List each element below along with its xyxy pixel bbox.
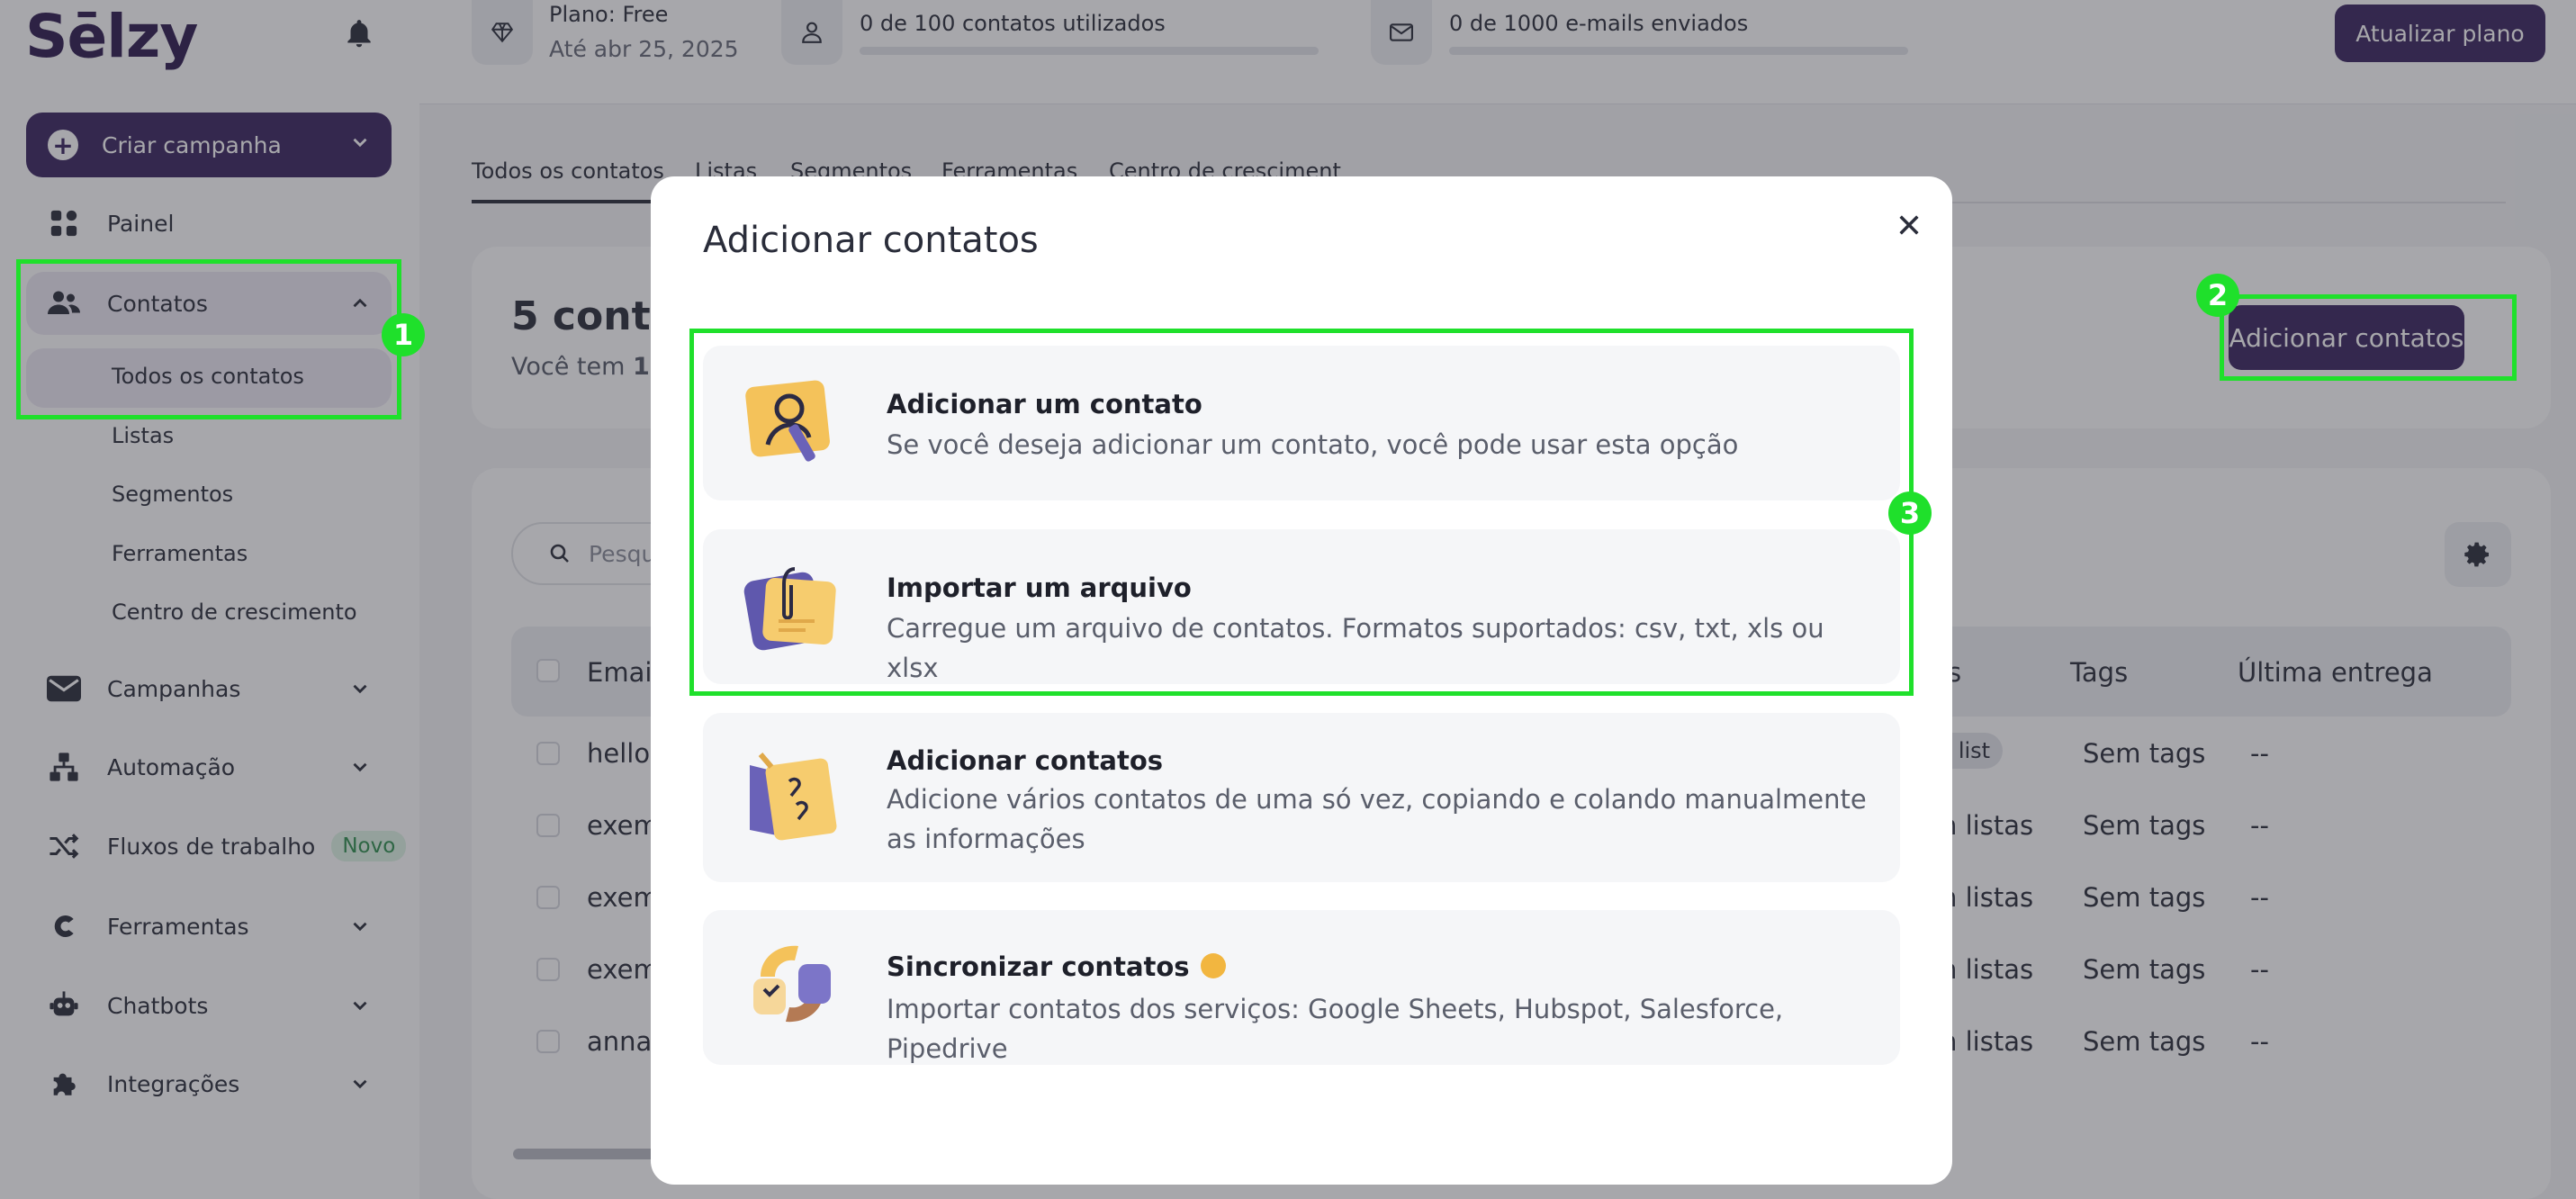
modal-title: Adicionar contatos — [703, 220, 1039, 261]
highlight-add-options — [689, 329, 1914, 696]
option-sync-contacts[interactable]: Sincronizar contatos Importar contatos d… — [703, 910, 1900, 1065]
step-marker-2: 2 — [2196, 274, 2239, 317]
option-title: Sincronizar contatos — [887, 951, 1226, 982]
highlight-add-contacts-button — [2220, 294, 2517, 381]
close-icon[interactable] — [1891, 207, 1927, 243]
paste-contacts-illustration-icon — [743, 747, 842, 846]
highlight-contacts-menu — [16, 259, 401, 419]
premium-crown-icon — [1200, 953, 1226, 978]
option-title: Adicionar contatos — [887, 745, 1164, 776]
sync-contacts-illustration-icon — [743, 937, 842, 1036]
option-description: Importar contatos dos serviços: Google S… — [887, 994, 1784, 1064]
option-title-text: Sincronizar contatos — [887, 951, 1190, 982]
step-marker-3: 3 — [1888, 491, 1932, 535]
option-description: Adicione vários contatos de uma só vez, … — [887, 784, 1867, 854]
step-marker-1: 1 — [382, 313, 425, 356]
option-add-multiple-contacts[interactable]: Adicionar contatos Adicione vários conta… — [703, 713, 1900, 882]
